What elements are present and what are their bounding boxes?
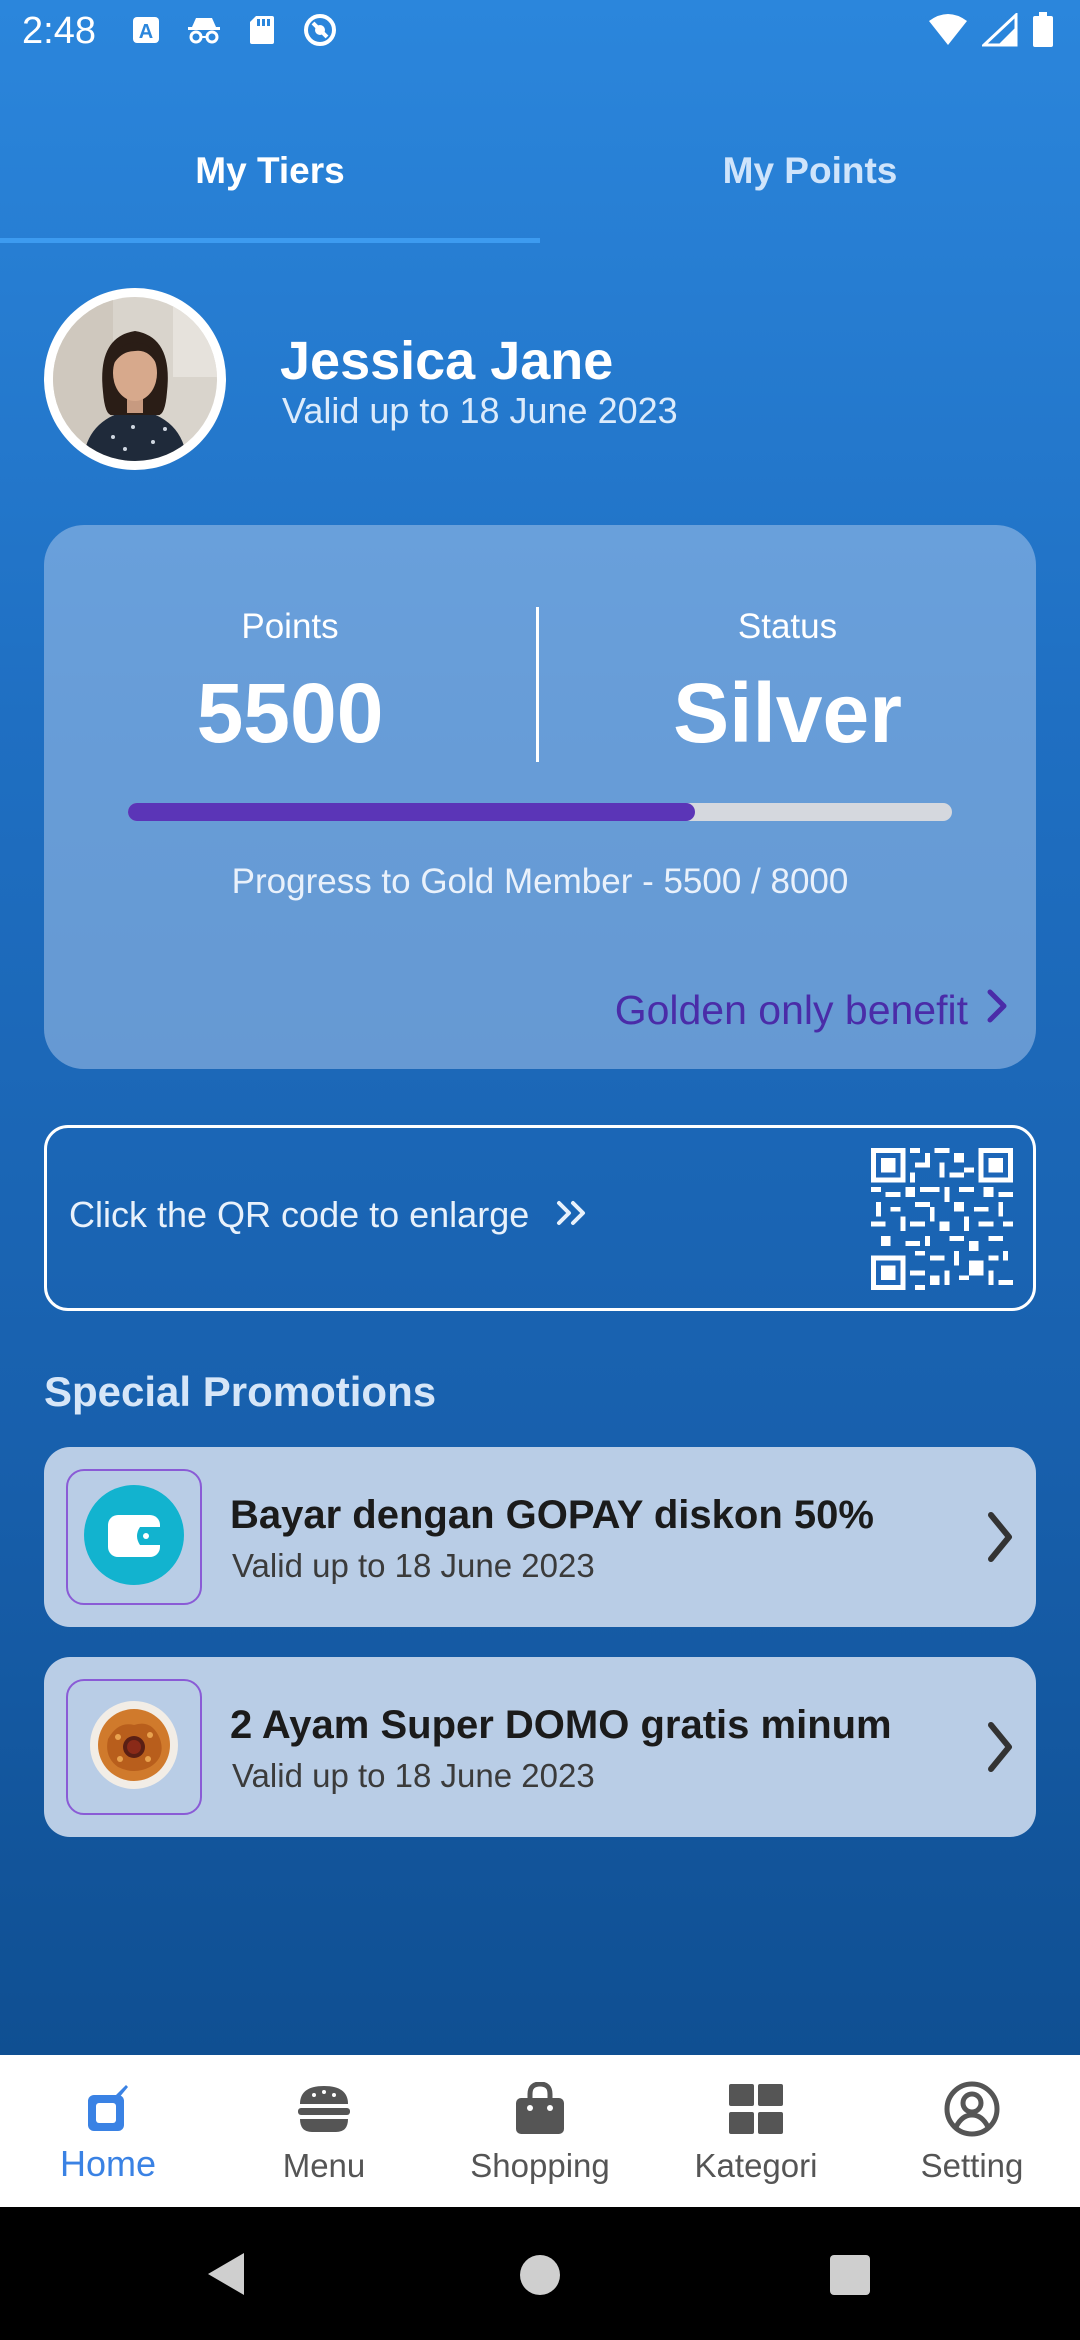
- font-a-icon: A: [128, 12, 164, 48]
- tier-points-tabs: My Tiers My Points: [0, 120, 1080, 244]
- home-circle-icon[interactable]: [518, 2253, 562, 2302]
- nav-label: Kategori: [694, 2147, 818, 2184]
- tab-my-points[interactable]: My Points: [540, 120, 1080, 230]
- nav-menu[interactable]: Menu: [216, 2055, 432, 2207]
- qr-code-box[interactable]: Click the QR code to enlarge: [44, 1125, 1036, 1311]
- tier-progress-fill: [128, 803, 695, 821]
- qr-enlarge-prompt: Click the QR code to enlarge: [69, 1194, 589, 1236]
- svg-text:A: A: [139, 21, 153, 43]
- promo-thumbnail: [66, 1469, 202, 1605]
- tier-progress-bar: [128, 803, 952, 821]
- promo-valid-until: Valid up to 18 June 2023: [232, 1547, 595, 1584]
- nav-shopping[interactable]: Shopping: [432, 2055, 648, 2207]
- profile-valid-until: Valid up to 18 June 2023: [282, 390, 678, 431]
- status-value: Silver: [673, 666, 902, 760]
- app-screen: 2:48 A My Tiers My Points Jessica Jane V…: [0, 0, 1080, 2055]
- tab-my-tiers[interactable]: My Tiers: [0, 120, 540, 230]
- nav-home[interactable]: Home: [0, 2055, 216, 2207]
- fried-chicken-image: [88, 1699, 180, 1796]
- qr-code-icon[interactable]: [871, 1148, 1013, 1290]
- promo-card-ayam-domo[interactable]: 2 Ayam Super DOMO gratis minum Valid up …: [44, 1657, 1036, 1837]
- points-status-card: Points 5500 Status Silver Progress to Go…: [44, 525, 1036, 1069]
- wallet-icon: [84, 1484, 184, 1590]
- chevron-right-icon: [986, 987, 1008, 1034]
- system-navigation-bar: [0, 2207, 1080, 2340]
- nav-label: Menu: [282, 2147, 366, 2184]
- status-bar: 2:48 A: [0, 0, 1080, 66]
- wifi-icon: [928, 13, 968, 52]
- promo-name: Bayar dengan GOPAY diskon 50%: [230, 1493, 874, 1537]
- status-time: 2:48: [22, 10, 96, 52]
- burger-icon: [294, 2079, 354, 2139]
- nav-label: Home: [59, 2143, 157, 2184]
- grid-icon: [726, 2079, 786, 2139]
- home-icon: [78, 2079, 138, 2139]
- sd-card-icon: [244, 12, 280, 48]
- points-label: Points: [241, 607, 339, 646]
- nav-kategori[interactable]: Kategori: [648, 2055, 864, 2207]
- points-value: 5500: [196, 666, 384, 760]
- promo-thumbnail: [66, 1679, 202, 1815]
- promo-card-gopay[interactable]: Bayar dengan GOPAY diskon 50% Valid up t…: [44, 1447, 1036, 1627]
- nav-setting[interactable]: Setting: [864, 2055, 1080, 2207]
- recents-square-icon[interactable]: [830, 2255, 870, 2300]
- user-circle-icon: [942, 2079, 1002, 2139]
- special-promotions-heading: Special Promotions: [44, 1368, 437, 1415]
- active-tab-indicator: [0, 238, 540, 243]
- profile-name: Jessica Jane: [280, 331, 614, 391]
- shopping-bag-icon: [510, 2079, 570, 2139]
- golden-benefit-link[interactable]: Golden only benefit: [615, 987, 1008, 1034]
- promo-name: 2 Ayam Super DOMO gratis minum: [230, 1703, 892, 1747]
- avatar-photo: [53, 297, 217, 461]
- battery-icon: [1032, 12, 1054, 53]
- chevron-right-icon: [986, 1509, 1014, 1570]
- progress-text: Progress to Gold Member - 5500 / 8000: [231, 862, 849, 901]
- status-icons-right: [928, 11, 1054, 53]
- incognito-icon: [186, 12, 222, 48]
- chevron-right-icon: [986, 1719, 1014, 1780]
- status-label: Status: [737, 607, 838, 646]
- status-icons-left: A: [128, 12, 338, 48]
- qr-enlarge-label: Click the QR code to enlarge: [69, 1194, 530, 1235]
- signal-icon: [980, 11, 1018, 52]
- back-icon[interactable]: [204, 2251, 248, 2302]
- double-chevron-right-icon: [555, 1194, 589, 1236]
- promo-valid-until: Valid up to 18 June 2023: [232, 1757, 595, 1794]
- nav-label: Setting: [920, 2147, 1024, 2184]
- avatar[interactable]: [44, 288, 226, 470]
- bottom-navigation: Home Menu Shopping Kategori Setting: [0, 2055, 1080, 2207]
- at-sign-icon: [302, 12, 338, 48]
- nav-label: Shopping: [470, 2147, 610, 2184]
- golden-benefit-label: Golden only benefit: [614, 987, 968, 1033]
